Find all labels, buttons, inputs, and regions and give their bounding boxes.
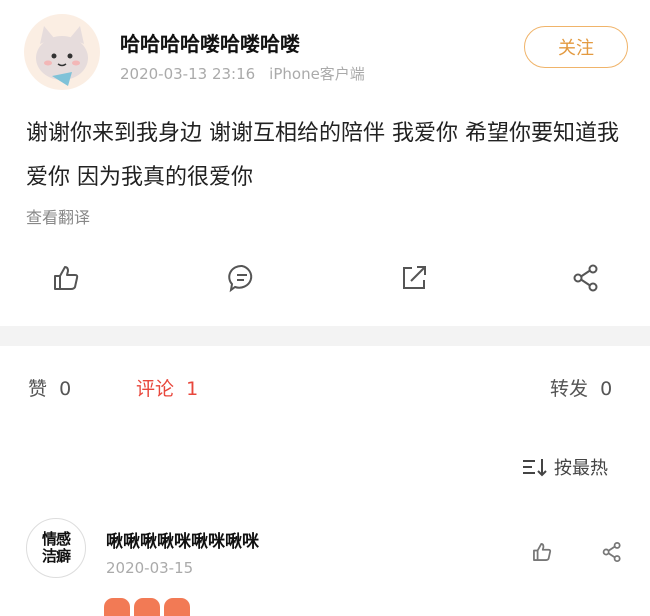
post-source: iPhone客户端 bbox=[269, 65, 365, 83]
translate-link[interactable]: 查看翻译 bbox=[26, 204, 90, 228]
reposts-count: 0 bbox=[600, 378, 613, 400]
comments-label: 评论 bbox=[136, 378, 175, 400]
comment-share-button[interactable] bbox=[594, 536, 630, 568]
post-timestamp: 2020-03-13 23:16 bbox=[120, 65, 256, 83]
like-icon bbox=[54, 266, 79, 290]
likes-label: 赞 bbox=[28, 378, 48, 400]
avatar[interactable] bbox=[24, 14, 100, 90]
like-button[interactable] bbox=[46, 258, 86, 298]
post-username[interactable]: 哈哈哈哈喽哈喽哈喽 bbox=[120, 28, 300, 57]
reposts-label: 转发 bbox=[550, 378, 589, 400]
heart-emoji-icon bbox=[104, 598, 130, 616]
section-divider bbox=[0, 326, 650, 346]
tab-likes[interactable]: 赞 0 bbox=[28, 374, 71, 401]
share-button[interactable] bbox=[566, 258, 606, 298]
sort-icon bbox=[523, 459, 547, 477]
comment-username[interactable]: 啾啾啾啾咪啾咪啾咪 bbox=[106, 527, 259, 552]
comment-timestamp: 2020-03-15 bbox=[106, 559, 194, 577]
comment-button[interactable] bbox=[222, 258, 262, 298]
heart-emoji-icon bbox=[134, 598, 160, 616]
repost-icon bbox=[403, 266, 426, 289]
emoji-row bbox=[104, 598, 190, 616]
post-meta: 2020-03-13 23:16 iPhone客户端 bbox=[120, 63, 379, 84]
sort-label: 按最热 bbox=[554, 458, 608, 479]
share-icon bbox=[573, 264, 598, 292]
like-icon bbox=[533, 543, 552, 561]
repost-button[interactable] bbox=[394, 258, 434, 298]
follow-button[interactable]: 关注 bbox=[524, 26, 628, 68]
cat-avatar-icon bbox=[36, 26, 88, 86]
share-icon bbox=[602, 541, 621, 563]
comment-avatar-text: 情感 洁癖 bbox=[41, 530, 71, 565]
comment-avatar[interactable]: 情感 洁癖 bbox=[26, 518, 86, 578]
sort-button[interactable]: 按最热 bbox=[522, 454, 608, 480]
comments-count: 1 bbox=[186, 378, 199, 400]
comment-like-button[interactable] bbox=[524, 536, 560, 568]
post-text: 谢谢你来到我身边 谢谢互相给的陪伴 我爱你 希望你要知道我爱你 因为我真的很爱你 bbox=[26, 121, 619, 190]
comment-icon bbox=[228, 264, 253, 293]
heart-emoji-icon bbox=[164, 598, 190, 616]
likes-count: 0 bbox=[59, 378, 72, 400]
tab-reposts[interactable]: 转发 0 bbox=[550, 374, 612, 401]
tab-comments[interactable]: 评论 1 bbox=[136, 374, 198, 401]
